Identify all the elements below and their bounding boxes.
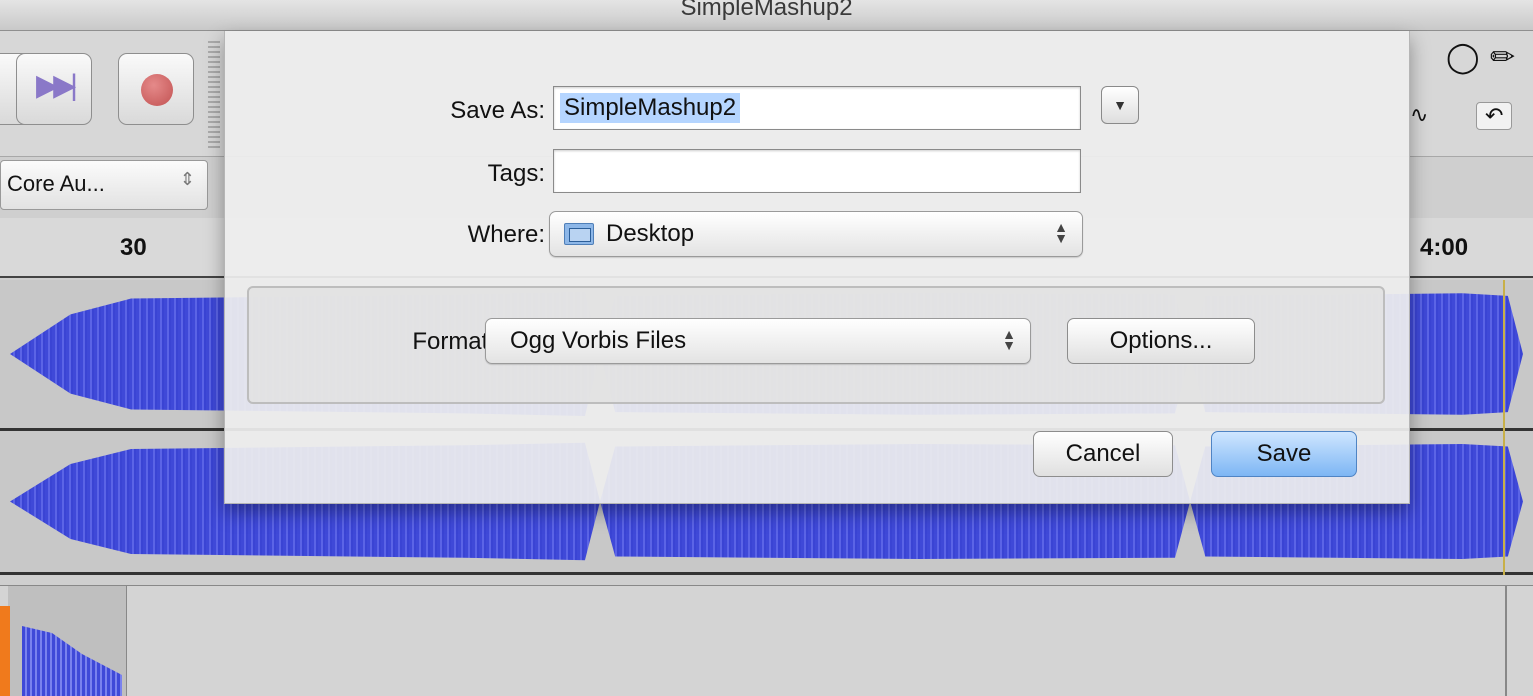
updown-arrows-icon: ▲ ▼ (1002, 326, 1016, 353)
where-label: Where: (467, 221, 545, 248)
waveform-tool-icon[interactable]: ∿ (1410, 102, 1428, 128)
record-button[interactable] (118, 53, 194, 125)
format-label: Format: (412, 328, 495, 355)
skip-end-icon: ▶▶| (36, 69, 78, 102)
undo-icon[interactable]: ↶ (1476, 102, 1513, 130)
record-icon (141, 74, 173, 106)
microphone-icon[interactable]: ✏ (1490, 40, 1515, 75)
window-title: SimpleMashup2 (680, 0, 853, 21)
meter-icon[interactable]: ◯ (1446, 40, 1480, 75)
folder-icon (564, 223, 594, 245)
waveform (22, 626, 122, 696)
save-as-value: SimpleMashup2 (560, 93, 741, 123)
ruler-tick-4-00: 4:00 (1420, 234, 1469, 261)
window-titlebar: SimpleMashup2 (0, 0, 1533, 31)
format-value: Ogg Vorbis Files (510, 327, 687, 354)
updown-arrows-icon: ⇕ (179, 169, 195, 189)
where-select[interactable]: Desktop ▲ ▼ (549, 211, 1083, 257)
where-value: Desktop (606, 220, 695, 247)
save-as-label: Save As: (450, 97, 545, 124)
format-select[interactable]: Ogg Vorbis Files ▲ ▼ (485, 318, 1031, 364)
skip-end-button[interactable]: ▶▶| (16, 53, 92, 125)
track-control-panel[interactable] (8, 586, 127, 696)
chevron-down-icon: ▼ (1113, 97, 1127, 113)
lower-track-area (0, 585, 1533, 696)
save-button[interactable]: Save (1211, 431, 1357, 477)
playhead-cursor (1503, 280, 1505, 575)
tags-field[interactable] (553, 149, 1081, 193)
track-divider (0, 572, 1533, 575)
save-as-field[interactable]: SimpleMashup2 (553, 86, 1081, 130)
accent-bar (0, 606, 10, 696)
tags-label: Tags: (487, 160, 545, 187)
audio-host-select[interactable]: Core Au... ⇕ (0, 160, 208, 210)
expand-dialog-button[interactable]: ▼ (1101, 86, 1139, 124)
save-dialog: Save As: SimpleMashup2 ▼ Tags: Where: De… (224, 31, 1410, 504)
options-button[interactable]: Options... (1067, 318, 1255, 364)
right-toolbar-cluster: ◯ ✏ ∿ ↶ (1410, 40, 1533, 150)
ruler-tick-30: 30 (120, 234, 147, 261)
updown-arrows-icon: ▲ ▼ (1054, 219, 1068, 246)
format-panel: Format: Ogg Vorbis Files ▲ ▼ Options... (247, 286, 1385, 404)
divider (1505, 586, 1507, 696)
cancel-button[interactable]: Cancel (1033, 431, 1173, 477)
audio-host-label: Core Au... (7, 171, 105, 196)
toolbar-grip[interactable] (208, 41, 220, 151)
